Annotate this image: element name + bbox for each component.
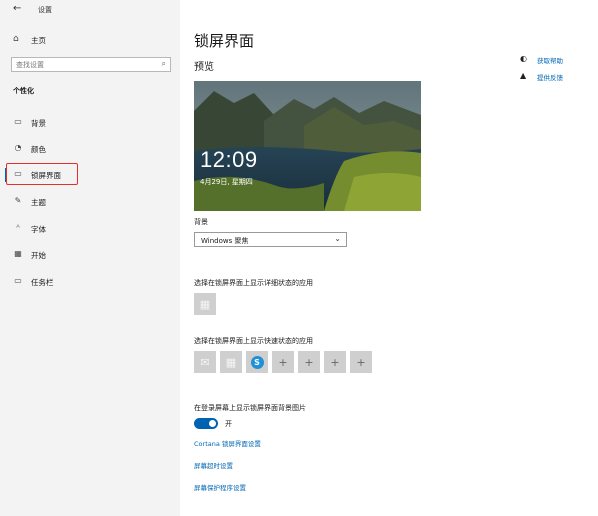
home-icon: ⌂ [13, 34, 19, 44]
image-icon: ▭ [14, 117, 22, 126]
quick-app-add[interactable]: + [324, 351, 346, 373]
skype-icon: S [250, 355, 264, 369]
page-title: 锁屏界面 [194, 32, 255, 50]
main-content: 锁屏界面 预览 12:09 4月29日, 星期四 ◐ 获取帮助 ▲ 提供反馈 背… [180, 0, 598, 516]
sidebar-item-taskbar[interactable]: ▭ 任务栏 [0, 273, 180, 291]
quick-app-calendar[interactable]: ▦ [220, 351, 242, 373]
add-icon: + [356, 356, 366, 369]
background-value: Windows 聚焦 [201, 237, 249, 245]
background-dropdown[interactable]: Windows 聚焦 ⌄ [194, 232, 347, 247]
title-bar: ← 设置 [0, 0, 180, 20]
sidebar-item-themes[interactable]: ✎ 主题 [0, 193, 180, 211]
detail-status-app-button[interactable]: ▦ [194, 293, 216, 315]
sidebar-item-label: 任务栏 [31, 278, 54, 287]
quick-app-mail[interactable]: ✉ [194, 351, 216, 373]
back-arrow-icon[interactable]: ← [13, 3, 21, 14]
detail-status-label: 选择在锁屏界面上显示详细状态的应用 [194, 279, 313, 287]
brush-icon: ✎ [14, 196, 22, 205]
quick-app-add[interactable]: + [350, 351, 372, 373]
font-icon: ᴬ [16, 223, 20, 232]
start-icon: ▦ [14, 249, 22, 258]
lock-screen-preview: 12:09 4月29日, 星期四 [194, 81, 421, 211]
sidebar-item-background[interactable]: ▭ 背景 [0, 114, 180, 132]
screen-timeout-link[interactable]: 屏幕超时设置 [194, 460, 233, 470]
add-icon: + [330, 356, 340, 369]
quick-app-skype[interactable]: S [246, 351, 268, 373]
sidebar-item-label: 开始 [31, 251, 46, 260]
app-title: 设置 [38, 6, 52, 14]
toggle-knob [209, 420, 216, 427]
sidebar-item-label: 字体 [31, 225, 46, 234]
preview-label: 预览 [194, 62, 214, 73]
sidebar-item-label: 颜色 [31, 145, 46, 154]
section-title: 个性化 [13, 87, 34, 95]
chevron-down-icon: ⌄ [334, 234, 341, 243]
get-help-link[interactable]: ◐ 获取帮助 [520, 54, 596, 66]
background-label: 背景 [194, 218, 208, 226]
search-box[interactable]: ⌕ [11, 57, 171, 72]
quick-status-label: 选择在锁屏界面上显示快速状态的应用 [194, 337, 313, 345]
preview-date: 4月29日, 星期四 [200, 178, 253, 186]
calendar-icon: ▦ [225, 356, 237, 369]
search-input[interactable] [16, 59, 146, 70]
get-help-label: 获取帮助 [537, 57, 563, 65]
screensaver-link[interactable]: 屏幕保护程序设置 [194, 482, 246, 492]
sidebar-item-label: 背景 [31, 119, 46, 128]
sidebar: ← 设置 ⌂ 主页 ⌕ 个性化 ▭ 背景 ◔ 颜色 ▭ 锁屏界面 ✎ 主题 ᴬ … [0, 0, 180, 516]
add-icon: + [304, 356, 314, 369]
palette-icon: ◔ [14, 143, 22, 152]
sidebar-item-colors[interactable]: ◔ 颜色 [0, 140, 180, 158]
preview-landscape [194, 81, 421, 211]
toggle-state-label: 开 [225, 420, 232, 428]
cortana-settings-link[interactable]: Cortana 锁屏界面设置 [194, 438, 261, 448]
add-icon: + [278, 356, 288, 369]
feedback-label: 提供反馈 [537, 74, 563, 82]
preview-time: 12:09 [200, 147, 258, 172]
search-icon[interactable]: ⌕ [162, 59, 166, 69]
help-chat-icon: ◐ [520, 54, 527, 63]
feedback-icon: ▲ [520, 71, 527, 80]
sidebar-item-fonts[interactable]: ᴬ 字体 [0, 220, 180, 238]
sidebar-item-label: 主题 [31, 198, 46, 207]
lock-bg-label: 在登录屏幕上显示锁屏界面背景图片 [194, 404, 306, 412]
lock-bg-toggle[interactable] [194, 418, 218, 429]
quick-app-add[interactable]: + [272, 351, 294, 373]
quick-app-add[interactable]: + [298, 351, 320, 373]
taskbar-icon: ▭ [14, 276, 22, 285]
mail-icon: ✉ [200, 356, 210, 369]
calendar-icon: ▦ [199, 298, 211, 311]
feedback-link[interactable]: ▲ 提供反馈 [520, 71, 596, 83]
sidebar-item-start[interactable]: ▦ 开始 [0, 246, 180, 264]
highlight-box [6, 163, 78, 185]
home-label: 主页 [31, 36, 46, 45]
